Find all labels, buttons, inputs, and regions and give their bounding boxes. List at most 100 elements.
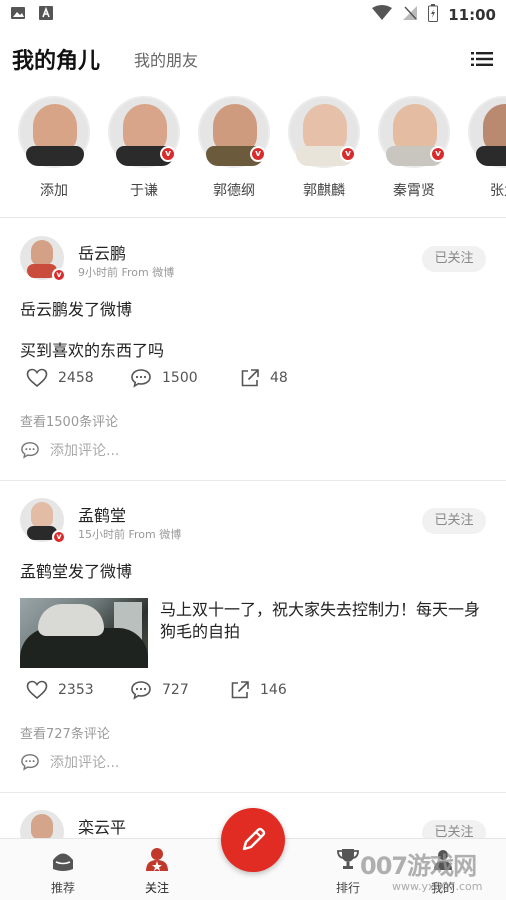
feed-post: v 岳云鹏 9小时前 From 微博 已关注 岳云鹏发了微博 买到喜欢的东西了吗…	[0, 236, 506, 459]
status-bar: 11:00	[0, 0, 506, 30]
view-comments-link[interactable]: 查看727条评论	[20, 723, 110, 742]
site-watermark: 007游戏网 www.yx007.com	[360, 846, 506, 900]
like-button[interactable]: 2353	[26, 680, 94, 700]
comment-count: 1500	[162, 370, 198, 386]
author-avatar[interactable]: v	[20, 236, 66, 282]
strip-item-qinxiaoxian[interactable]: v 秦霄贤	[376, 96, 452, 200]
share-icon	[241, 369, 259, 387]
nav-label: 关注	[144, 881, 169, 895]
strip-item-zhangjiu[interactable]: 张九	[466, 96, 506, 200]
followed-button[interactable]: 已关注	[422, 508, 486, 534]
top-header: 我的角儿 我的朋友	[0, 36, 506, 82]
list-menu-button[interactable]	[470, 47, 494, 71]
author-name[interactable]: 孟鹤堂	[78, 502, 126, 526]
page-title[interactable]: 我的角儿	[12, 43, 100, 75]
strip-item-yuqian[interactable]: v 于谦	[106, 96, 182, 200]
post-headline: 岳云鹏发了微博	[20, 300, 133, 319]
add-comment-input[interactable]: 添加评论...	[20, 440, 119, 460]
strip-item-label: 于谦	[130, 183, 158, 199]
divider	[0, 217, 506, 218]
avatar: v	[378, 96, 450, 168]
signal-icon	[402, 5, 418, 25]
share-icon	[231, 681, 249, 699]
share-count: 146	[260, 682, 287, 698]
followed-button[interactable]: 已关注	[422, 246, 486, 272]
comment-icon	[131, 369, 151, 388]
view-comments-link[interactable]: 查看1500条评论	[20, 411, 118, 430]
add-comment-placeholder: 添加评论...	[50, 443, 120, 459]
verified-badge-icon: v	[430, 146, 446, 162]
post-text[interactable]: 买到喜欢的东西了吗	[20, 337, 164, 361]
home-icon	[53, 853, 73, 871]
list-icon	[471, 52, 493, 66]
feed-post: v 孟鹤堂 15小时前 From 微博 已关注 孟鹤堂发了微博 马上双十一了，祝…	[0, 498, 506, 771]
author-avatar[interactable]: v	[20, 498, 66, 544]
author-name[interactable]: 岳云鹏	[78, 240, 126, 264]
gallery-icon	[10, 5, 26, 25]
like-count: 2353	[58, 682, 94, 698]
post-header: v 岳云鹏 9小时前 From 微博 已关注	[0, 236, 506, 286]
comment-icon	[21, 442, 39, 459]
divider	[0, 480, 506, 481]
post-time: 9小时前	[78, 266, 118, 279]
strip-item-label: 添加	[40, 183, 68, 199]
add-comment-placeholder: 添加评论...	[50, 755, 120, 771]
avatar: v	[198, 96, 270, 168]
post-header: v 孟鹤堂 15小时前 From 微博 已关注	[0, 498, 506, 548]
post-text[interactable]: 马上双十一了，祝大家失去控制力！每天一身狗毛的自拍	[160, 599, 490, 643]
post-image[interactable]	[20, 598, 148, 668]
clock-time: 11:00	[448, 6, 496, 24]
wifi-icon	[372, 5, 393, 25]
compose-button[interactable]	[221, 808, 285, 872]
post-actions: 2353 727 146	[20, 680, 490, 704]
trophy-icon	[337, 849, 359, 869]
avatar: v	[288, 96, 360, 168]
verified-badge-icon: v	[160, 146, 176, 162]
share-button[interactable]: 48	[240, 368, 288, 388]
post-source: From 微博	[121, 266, 175, 279]
comment-button[interactable]: 727	[130, 680, 189, 700]
like-count: 2458	[58, 370, 94, 386]
add-comment-input[interactable]: 添加评论...	[20, 752, 119, 772]
nav-label: 推荐	[50, 881, 75, 895]
comment-icon	[21, 754, 39, 771]
strip-item-label: 张九	[490, 183, 506, 199]
divider	[0, 792, 506, 793]
share-button[interactable]: 146	[230, 680, 287, 700]
share-count: 48	[270, 370, 288, 386]
comment-icon	[131, 681, 151, 700]
pencil-icon	[242, 827, 266, 851]
comment-count: 727	[162, 682, 189, 698]
strip-item-guoqilin[interactable]: v 郭麒麟	[286, 96, 362, 200]
author-name[interactable]: 栾云平	[78, 814, 126, 838]
post-time: 15小时前	[78, 528, 125, 541]
heart-icon	[26, 680, 48, 700]
strip-item-add[interactable]: 添加	[16, 96, 92, 200]
avatar: v	[108, 96, 180, 168]
strip-item-guodegang[interactable]: v 郭德纲	[196, 96, 272, 200]
post-headline: 孟鹤堂发了微博	[20, 562, 133, 581]
strip-item-label: 郭德纲	[213, 183, 255, 199]
verified-badge-icon: v	[250, 146, 266, 162]
avatar	[18, 96, 90, 168]
nav-item-following[interactable]: 关注	[127, 847, 187, 896]
verified-badge-icon: v	[52, 268, 66, 282]
followed-artists-strip: 添加 v 于谦 v 郭德纲 v 郭麒麟 v 秦霄贤 张	[0, 96, 506, 206]
nav-item-recommend[interactable]: 推荐	[33, 847, 93, 896]
comment-button[interactable]: 1500	[130, 368, 198, 388]
verified-badge-icon: v	[340, 146, 356, 162]
app-notification-icon	[38, 5, 54, 25]
battery-icon	[428, 4, 439, 26]
post-meta: 9小时前 From 微博	[78, 264, 174, 280]
watermark-url: www.yx007.com	[392, 880, 483, 893]
person-icon	[146, 848, 168, 871]
avatar	[468, 96, 506, 168]
post-meta: 15小时前 From 微博	[78, 526, 181, 542]
strip-item-label: 郭麒麟	[303, 183, 345, 199]
like-button[interactable]: 2458	[26, 368, 94, 388]
strip-item-label: 秦霄贤	[393, 183, 435, 199]
watermark-text: 007游戏网	[360, 852, 477, 880]
tab-my-friends[interactable]: 我的朋友	[134, 47, 198, 71]
post-source: From 微博	[128, 528, 182, 541]
heart-icon	[26, 368, 48, 388]
